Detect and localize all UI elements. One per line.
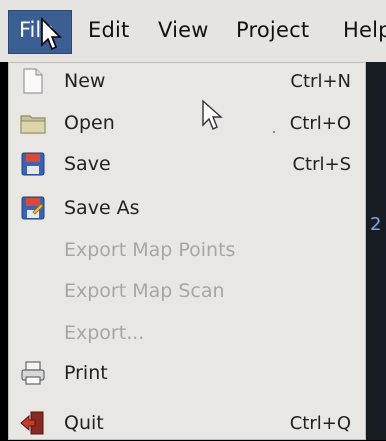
menu-item-quit[interactable]: Quit Ctrl+Q [9,405,365,441]
decorative-dot [273,131,275,133]
menu-item-export-map-scan: Export Map Scan [9,273,365,309]
file-menu-dropdown: New Ctrl+N Open Ctrl+O Save Ctrl+S Save … [8,62,366,440]
menu-item-label: Quit [64,412,104,434]
menu-help[interactable]: Help [343,18,386,42]
menu-item-save[interactable]: Save Ctrl+S [9,146,365,182]
menu-item-label: Export... [64,322,145,344]
menu-item-label: New [64,70,106,92]
menu-item-label: Save As [64,197,140,219]
menu-item-label: Save [64,153,111,175]
mouse-pointer-icon [202,99,223,130]
menu-item-print[interactable]: Print [9,355,365,391]
menu-item-export-map-points: Export Map Points [9,232,365,268]
folder-icon [20,115,46,134]
menu-item-shortcut: Ctrl+N [290,71,351,92]
menu-edit[interactable]: Edit [88,18,129,42]
menu-item-shortcut: Ctrl+S [292,154,351,175]
background-strip-left [0,62,8,440]
background-glyph: 2 [370,214,382,235]
menu-item-label: Print [64,362,108,384]
mouse-cursor-icon [41,17,62,51]
menu-item-label: Export Map Scan [64,280,225,302]
background-strip-right: 2 [366,62,386,440]
menu-item-save-as[interactable]: Save As [9,190,365,226]
menu-item-label: Export Map Points [64,239,236,261]
new-document-icon [23,68,43,94]
menu-item-label: Open [64,112,115,134]
menu-item-shortcut: Ctrl+Q [289,413,351,434]
save-as-icon [21,196,45,220]
menu-item-shortcut: Ctrl+O [289,113,351,134]
menu-view[interactable]: View [158,18,209,42]
save-icon [21,152,45,176]
menu-project[interactable]: Project [236,18,309,42]
printer-icon [21,361,45,385]
menu-item-export: Export... [9,315,365,351]
quit-icon [20,411,44,435]
menu-item-open[interactable]: Open Ctrl+O [9,105,365,141]
menu-item-new[interactable]: New Ctrl+N [9,63,365,99]
menu-bar: File Edit View Project Help [0,0,386,63]
